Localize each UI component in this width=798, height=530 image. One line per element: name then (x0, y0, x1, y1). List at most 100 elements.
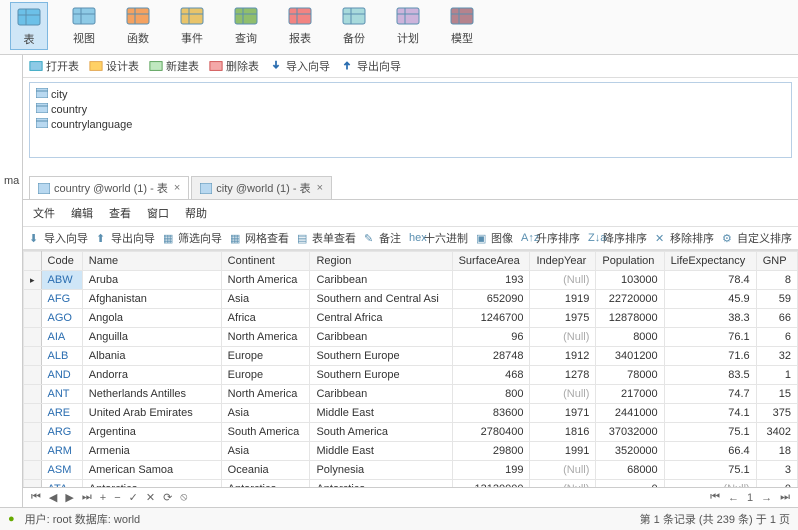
cell[interactable]: 45.9 (664, 290, 756, 309)
table-row[interactable]: ANDAndorraEuropeSouthern Europe468127878… (24, 366, 798, 385)
cell[interactable]: Caribbean (310, 328, 452, 347)
cell[interactable]: 2780400 (452, 423, 530, 442)
table-row[interactable]: ARMArmeniaAsiaMiddle East298001991352000… (24, 442, 798, 461)
cell[interactable]: North America (221, 271, 310, 290)
close-icon[interactable]: × (174, 182, 180, 194)
cell[interactable]: 68000 (596, 461, 664, 480)
cell[interactable]: 22720000 (596, 290, 664, 309)
tool-8[interactable]: A↑z升序排序 (521, 230, 580, 246)
cell[interactable]: Asia (221, 404, 310, 423)
cell[interactable]: Antarctica (310, 480, 452, 488)
cell[interactable]: (Null) (530, 385, 596, 404)
cell[interactable]: (Null) (664, 480, 756, 488)
cell[interactable]: 38.3 (664, 309, 756, 328)
cell[interactable]: 199 (452, 461, 530, 480)
ribbon-backup[interactable]: 备份 (336, 2, 372, 50)
nav-refresh[interactable]: ⟳ (163, 491, 172, 504)
tool-11[interactable]: ⚙自定义排序 (722, 230, 792, 246)
cell[interactable]: Albania (82, 347, 221, 366)
cell[interactable]: 78.4 (664, 271, 756, 290)
cell[interactable]: Armenia (82, 442, 221, 461)
cell[interactable]: Asia (221, 290, 310, 309)
cell[interactable]: (Null) (530, 461, 596, 480)
open-table-button[interactable]: 打开表 (29, 58, 79, 74)
cell[interactable]: ABW (41, 271, 82, 290)
cell[interactable]: Europe (221, 347, 310, 366)
tool-1[interactable]: ⬆导出向导 (96, 230, 155, 246)
column-Region[interactable]: Region (310, 252, 452, 271)
cell[interactable]: 193 (452, 271, 530, 290)
object-country[interactable]: country (34, 102, 787, 117)
cell[interactable]: Andorra (82, 366, 221, 385)
object-countrylanguage[interactable]: countrylanguage (34, 117, 787, 132)
cell[interactable]: South America (221, 423, 310, 442)
cell[interactable]: 96 (452, 328, 530, 347)
table-row[interactable]: ABWArubaNorth AmericaCaribbean193(Null)1… (24, 271, 798, 290)
menu-窗口[interactable]: 窗口 (147, 205, 169, 221)
cell[interactable]: Polynesia (310, 461, 452, 480)
pager-prev-icon[interactable]: ← (728, 492, 739, 504)
cell[interactable]: 59 (756, 290, 797, 309)
column-Population[interactable]: Population (596, 252, 664, 271)
cell[interactable]: Antarctica (82, 480, 221, 488)
cell[interactable]: Caribbean (310, 271, 452, 290)
cell[interactable]: 0 (756, 480, 797, 488)
cell[interactable]: Central Africa (310, 309, 452, 328)
cell[interactable]: AIA (41, 328, 82, 347)
cell[interactable]: 74.1 (664, 404, 756, 423)
cell[interactable]: Argentina (82, 423, 221, 442)
cell[interactable]: 2441000 (596, 404, 664, 423)
nav-last[interactable]: ⏭ (82, 491, 92, 504)
cell[interactable]: 1991 (530, 442, 596, 461)
cell[interactable]: 8 (756, 271, 797, 290)
cell[interactable]: Afghanistan (82, 290, 221, 309)
cell[interactable]: (Null) (530, 271, 596, 290)
cell[interactable]: 3 (756, 461, 797, 480)
ribbon-schedule[interactable]: 计划 (390, 2, 426, 50)
close-icon[interactable]: × (317, 182, 323, 194)
cell[interactable]: ARM (41, 442, 82, 461)
cell[interactable]: 652090 (452, 290, 530, 309)
tool-2[interactable]: ▦筛选向导 (163, 230, 222, 246)
cell[interactable]: North America (221, 385, 310, 404)
cell[interactable]: 1971 (530, 404, 596, 423)
data-grid-wrap[interactable]: CodeNameContinentRegionSurfaceAreaIndepY… (23, 250, 798, 487)
ribbon-event[interactable]: 事件 (174, 2, 210, 50)
cell[interactable]: Netherlands Antilles (82, 385, 221, 404)
cell[interactable]: ASM (41, 461, 82, 480)
data-grid[interactable]: CodeNameContinentRegionSurfaceAreaIndepY… (23, 251, 798, 487)
nav-ok[interactable]: ✓ (129, 491, 138, 504)
table-row[interactable]: ASMAmerican SamoaOceaniaPolynesia199(Nul… (24, 461, 798, 480)
cell[interactable]: 15 (756, 385, 797, 404)
nav-del[interactable]: − (114, 492, 120, 504)
cell[interactable]: ARG (41, 423, 82, 442)
cell[interactable]: ARE (41, 404, 82, 423)
cell[interactable]: Antarctica (221, 480, 310, 488)
cell[interactable]: 103000 (596, 271, 664, 290)
cell[interactable]: 1246700 (452, 309, 530, 328)
cell[interactable]: 1278 (530, 366, 596, 385)
menu-编辑[interactable]: 编辑 (71, 205, 93, 221)
cell[interactable]: 6 (756, 328, 797, 347)
menu-帮助[interactable]: 帮助 (185, 205, 207, 221)
cell[interactable]: 1816 (530, 423, 596, 442)
column-Code[interactable]: Code (41, 252, 82, 271)
cell[interactable]: 71.6 (664, 347, 756, 366)
pager-next-icon[interactable]: → (761, 492, 772, 504)
cell[interactable]: 28748 (452, 347, 530, 366)
cell[interactable]: 29800 (452, 442, 530, 461)
cell[interactable]: American Samoa (82, 461, 221, 480)
cell[interactable]: (Null) (530, 328, 596, 347)
table-row[interactable]: ATAAntarcticaAntarcticaAntarctica1312000… (24, 480, 798, 488)
nav-cancel[interactable]: ✕ (146, 491, 155, 504)
column-LifeExpectancy[interactable]: LifeExpectancy (664, 252, 756, 271)
cell[interactable]: Angola (82, 309, 221, 328)
cell[interactable]: Southern and Central Asi (310, 290, 452, 309)
cell[interactable]: 74.7 (664, 385, 756, 404)
cell[interactable]: (Null) (530, 480, 596, 488)
column-Continent[interactable]: Continent (221, 252, 310, 271)
tool-0[interactable]: ⬇导入向导 (29, 230, 88, 246)
tab[interactable]: country @world (1) - 表× (29, 176, 189, 199)
cell[interactable]: 217000 (596, 385, 664, 404)
cell[interactable]: Oceania (221, 461, 310, 480)
